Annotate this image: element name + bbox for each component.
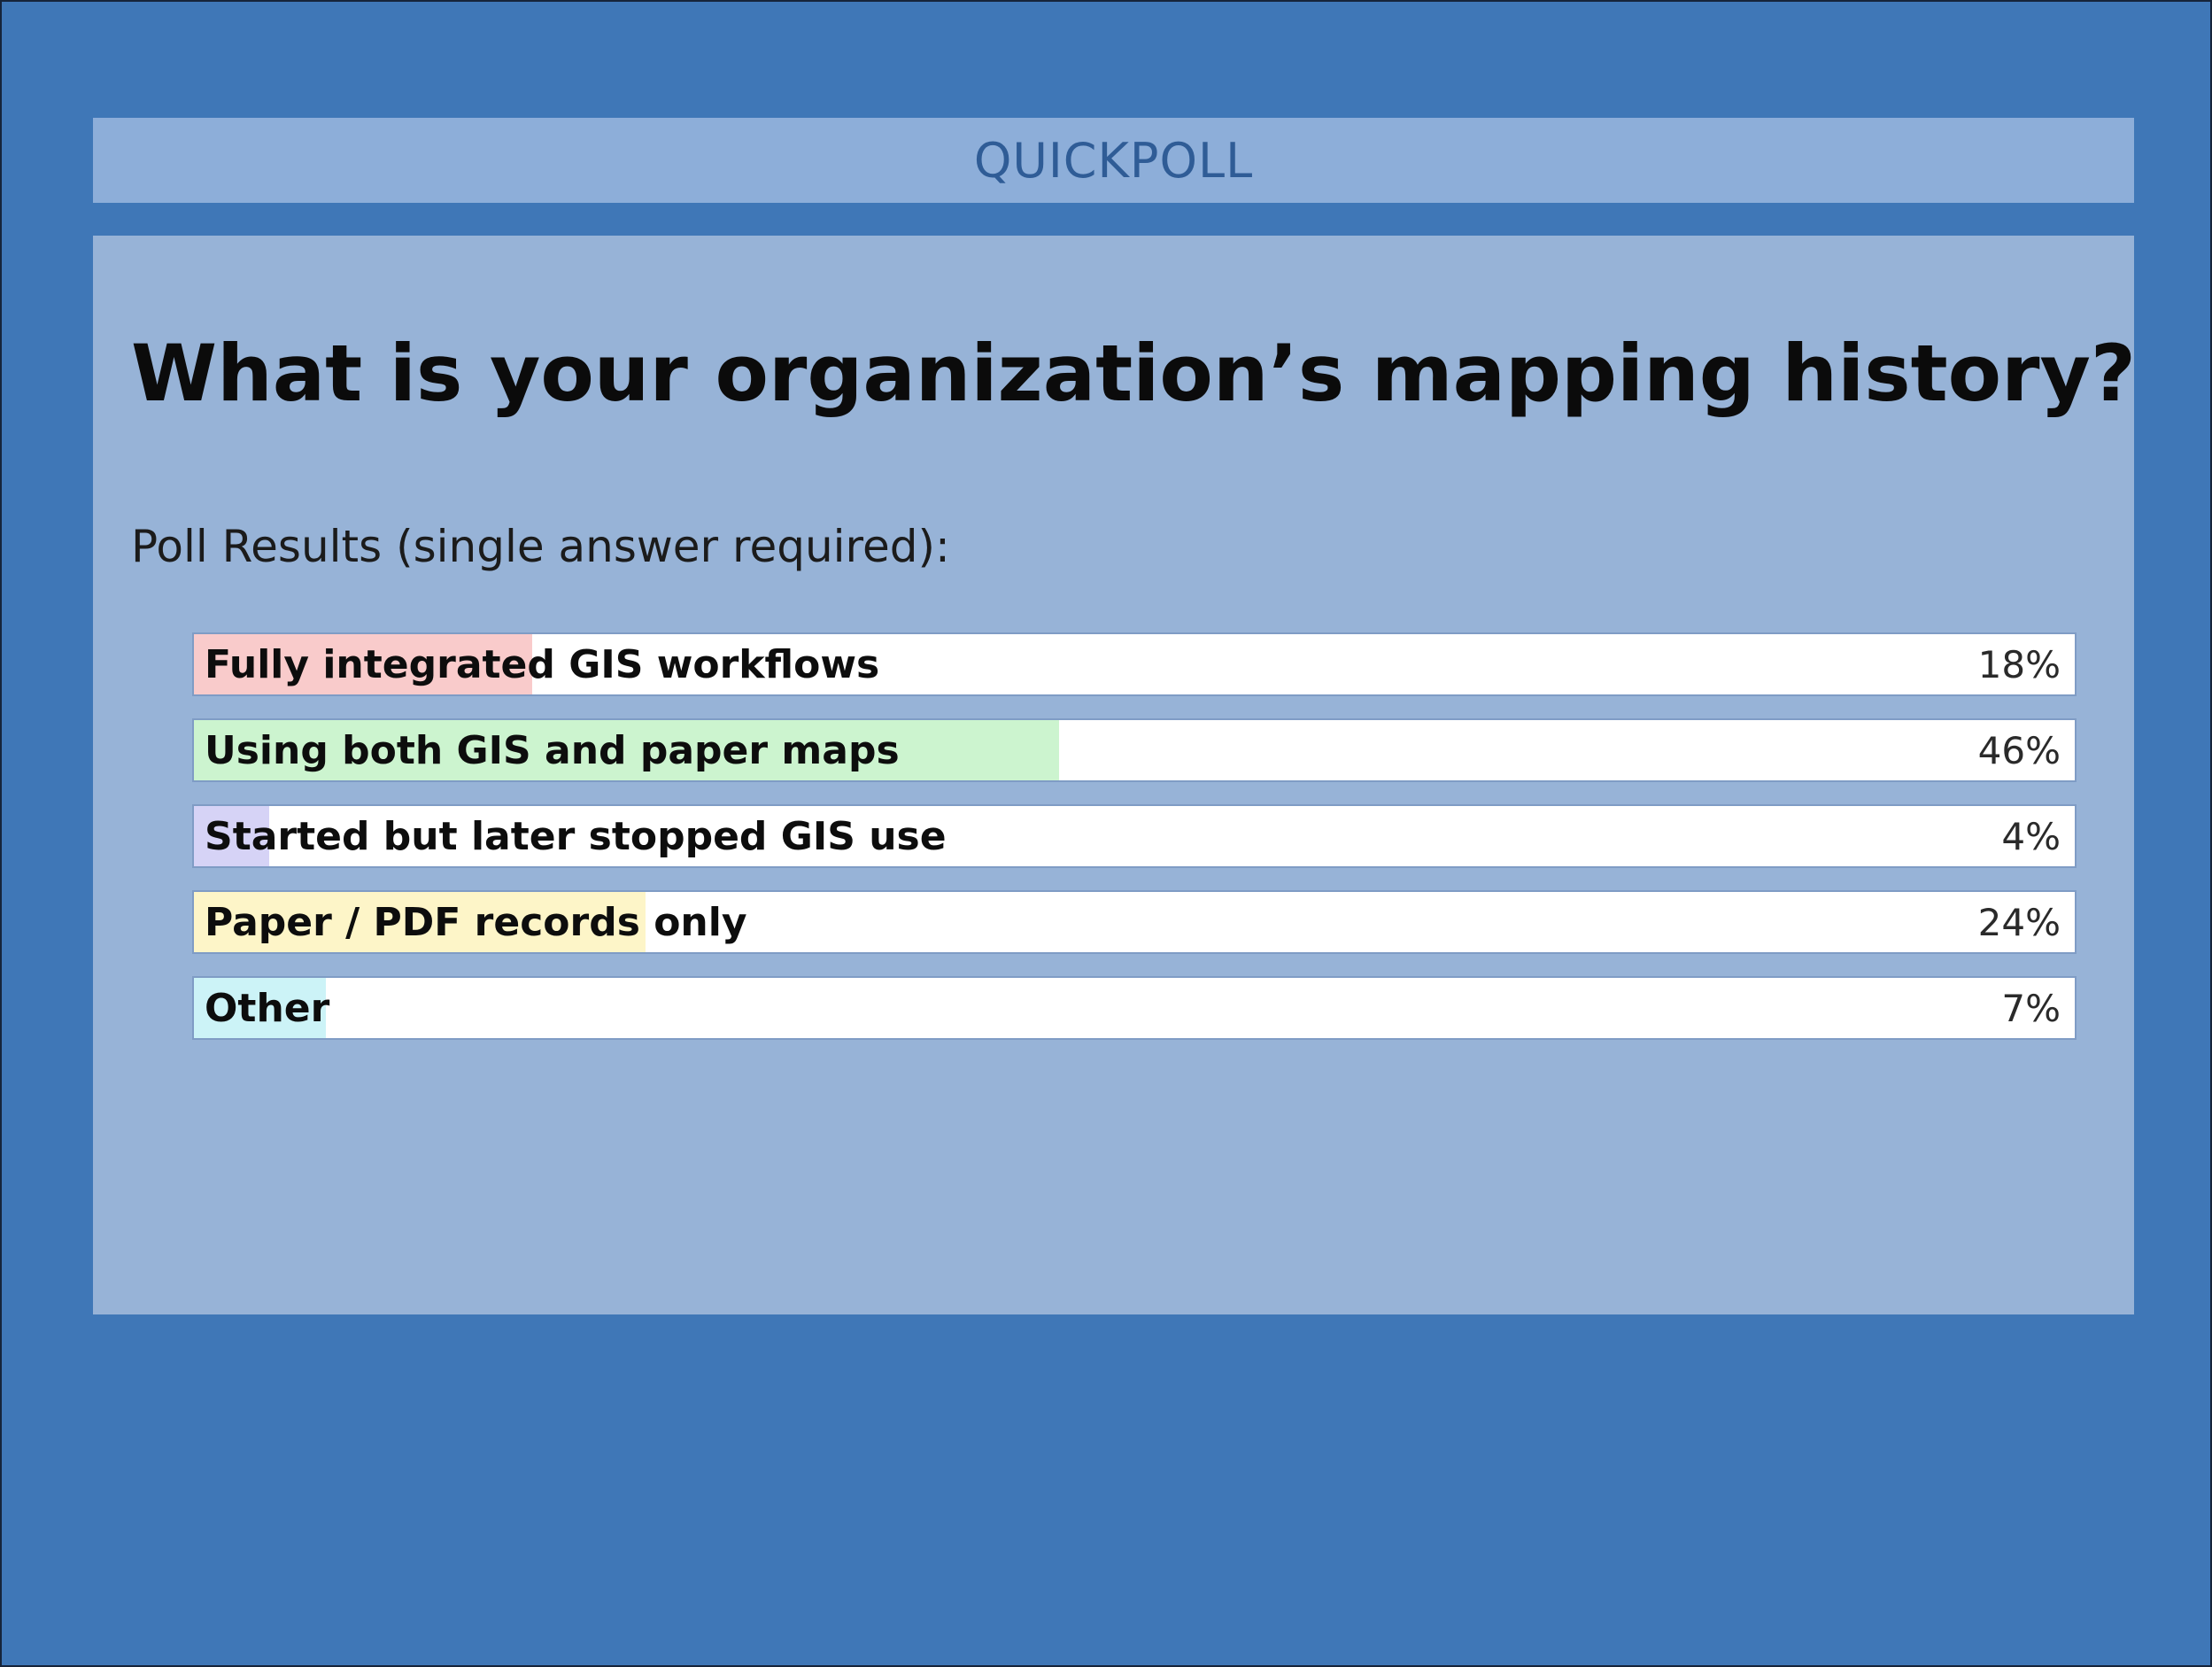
poll-option-row: Other 7% [192,976,2077,1040]
poll-results-subtitle: Poll Results (single answer required): [131,521,950,572]
poll-results-list: Fully integrated GIS workflows 18% Using… [192,632,2077,1062]
poll-option-row: Started but later stopped GIS use 4% [192,804,2077,868]
poll-option-percent: 24% [1977,900,2061,944]
header-title: QUICKPOLL [973,132,1254,189]
poll-option-row: Fully integrated GIS workflows 18% [192,632,2077,696]
poll-option-percent: 4% [2001,814,2061,858]
poll-option-label: Fully integrated GIS workflows [205,641,880,687]
poll-option-label: Using both GIS and paper maps [205,727,900,773]
poll-option-percent: 18% [1977,642,2061,686]
poll-panel: What is your organization’s mapping hist… [93,236,2136,1314]
poll-option-label: Started but later stopped GIS use [205,813,947,859]
poll-option-percent: 7% [2001,986,2061,1030]
poll-option-row: Using both GIS and paper maps 46% [192,718,2077,782]
poll-option-label: Other [205,985,330,1031]
header-bar: QUICKPOLL [93,118,2134,203]
poll-option-percent: 46% [1977,728,2061,772]
poll-option-label: Paper / PDF records only [205,899,747,945]
poll-option-row: Paper / PDF records only 24% [192,890,2077,954]
poll-question: What is your organization’s mapping hist… [131,328,2136,419]
